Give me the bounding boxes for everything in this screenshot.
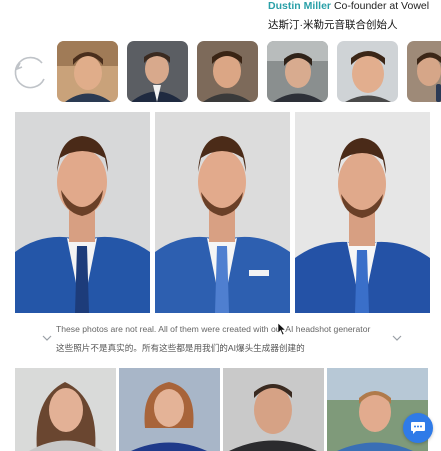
selfie-thumbnail[interactable] — [197, 41, 258, 102]
ai-headshot — [15, 112, 150, 313]
disclaimer-text: These photos are not real. All of them w… — [56, 324, 371, 334]
carousel-scroll-handle[interactable] — [436, 84, 441, 102]
sample-headshot — [15, 368, 116, 451]
sample-headshot — [119, 368, 220, 451]
ai-headshot — [155, 112, 290, 313]
chevron-down-icon[interactable] — [42, 334, 52, 342]
chat-button[interactable] — [403, 413, 433, 443]
author-role: Co-founder at Vowel — [333, 0, 430, 12]
chat-icon — [411, 422, 425, 434]
selfie-thumbnail[interactable] — [337, 41, 398, 102]
selfie-thumbnail[interactable] — [127, 41, 188, 102]
ai-headshot — [295, 112, 430, 313]
refresh-icon[interactable] — [12, 55, 50, 93]
sample-headshot — [223, 368, 324, 451]
selfie-thumbnail[interactable] — [57, 41, 118, 102]
disclaimer-text-zh: 这些照片不是真实的。所有这些都是用我们的AI爆头生成器创建的 — [56, 343, 305, 353]
author-role-zh: 达斯汀·米勒元音联合创始人 — [268, 19, 398, 31]
author-name: Dustin Miller — [268, 0, 332, 12]
chevron-down-icon[interactable] — [392, 334, 402, 342]
testimonial-credit: Dustin Miller Co-founder at Vowel — [268, 0, 429, 12]
mouse-cursor-icon — [278, 323, 286, 335]
selfie-thumbnail[interactable] — [267, 41, 328, 102]
